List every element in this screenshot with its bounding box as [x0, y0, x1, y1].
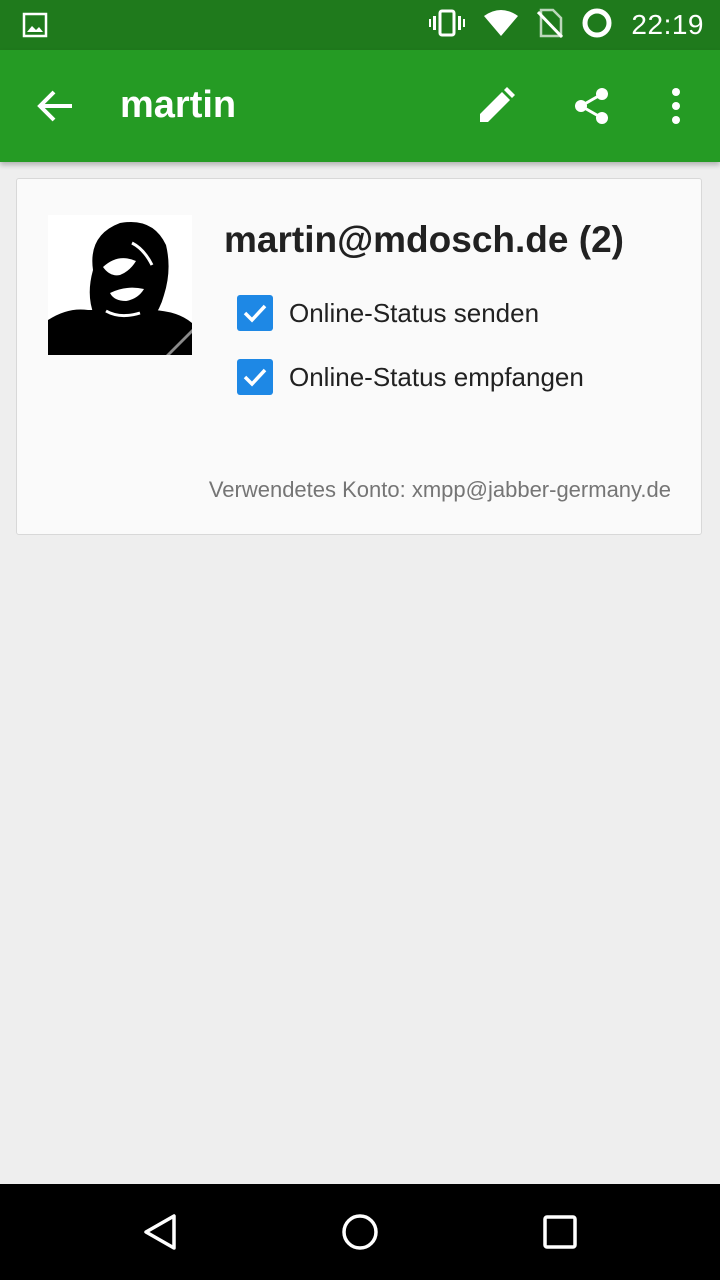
- app-bar: martin: [0, 50, 720, 162]
- back-arrow-icon[interactable]: [36, 86, 76, 126]
- image-notification-icon: [22, 12, 48, 43]
- contact-card: martin@mdosch.de (2) Online-Status sende…: [16, 178, 702, 535]
- send-presence-label: Online-Status senden: [289, 297, 540, 328]
- status-bar: 22:19: [0, 0, 720, 50]
- battery-charging-icon: [581, 7, 613, 44]
- send-presence-checkbox[interactable]: [237, 295, 273, 331]
- checkmark-icon: [243, 304, 267, 323]
- wifi-icon: [483, 9, 519, 42]
- recents-square-icon[interactable]: [536, 1208, 584, 1256]
- vibrate-icon: [429, 8, 466, 43]
- checkmark-icon: [243, 368, 267, 387]
- page-title: martin: [120, 84, 237, 126]
- overflow-menu-icon[interactable]: [652, 82, 700, 130]
- home-circle-icon[interactable]: [336, 1208, 384, 1256]
- receive-presence-label: Online-Status empfangen: [289, 361, 584, 392]
- send-presence-option[interactable]: Online-Status senden: [237, 295, 539, 331]
- account-info: Verwendetes Konto: xmpp@jabber-germany.d…: [208, 477, 671, 502]
- edit-pencil-icon[interactable]: [472, 82, 520, 130]
- navigation-bar: [0, 1184, 720, 1280]
- receive-presence-checkbox[interactable]: [237, 359, 273, 395]
- no-sim-icon: [537, 8, 564, 43]
- clock: 22:19: [631, 9, 704, 40]
- contact-avatar[interactable]: [48, 215, 192, 355]
- share-icon[interactable]: [568, 82, 616, 130]
- back-triangle-icon[interactable]: [136, 1208, 184, 1256]
- receive-presence-option[interactable]: Online-Status empfangen: [237, 359, 584, 395]
- status-icons: 22:19: [429, 0, 704, 50]
- contact-jid: martin@mdosch.de (2): [224, 219, 624, 260]
